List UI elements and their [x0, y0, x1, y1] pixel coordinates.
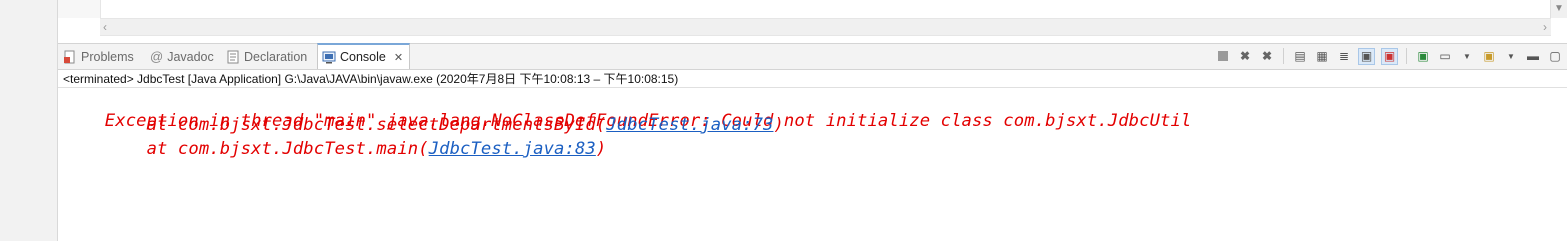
stack-frame-text: at com.bjsxt.JdbcTest.main(: [63, 139, 429, 159]
close-icon[interactable]: ✕: [394, 51, 403, 64]
source-link[interactable]: JdbcTest.java:73: [606, 115, 773, 135]
tab-problems[interactable]: Problems: [63, 44, 134, 69]
display-selected-console-icon[interactable]: ▭: [1437, 48, 1453, 64]
problems-icon: [64, 50, 75, 63]
tab-label: Javadoc: [167, 49, 214, 64]
editor-gutter: [58, 0, 101, 18]
stack-frame-close: ): [595, 139, 607, 159]
scroll-right-icon[interactable]: ›: [1543, 20, 1547, 34]
console-line: at com.bjsxt.JdbcTest.selectDepartmentsB…: [63, 115, 784, 135]
scroll-left-icon[interactable]: ‹: [103, 20, 107, 34]
source-link[interactable]: JdbcTest.java:83: [429, 139, 596, 159]
tab-label: Declaration: [244, 49, 308, 64]
toolbar-separator: [1406, 48, 1407, 64]
console-output[interactable]: Exception in thread "main" java.lang.NoC…: [58, 87, 1567, 242]
scroll-down-icon[interactable]: ▼: [1554, 3, 1564, 14]
tab-label: Problems: [81, 49, 134, 64]
remove-launch-icon[interactable]: ✖: [1237, 48, 1253, 64]
left-panel-strip: [0, 0, 58, 241]
tab-javadoc[interactable]: @ Javadoc: [150, 44, 214, 69]
editor-vertical-scrollbar[interactable]: ▼: [1550, 0, 1567, 18]
console-toolbar: ✖ ✖ ▤ ▦ ≣ ▣ ▣ ▣ ▭ ▼ ▣ ▼ ▬ ▢: [1215, 47, 1563, 65]
word-wrap-icon[interactable]: ≣: [1336, 48, 1352, 64]
toolbar-separator: [1283, 48, 1284, 64]
editor-horizontal-scrollbar[interactable]: ‹ ›: [100, 18, 1551, 36]
stack-frame-close: ): [773, 115, 784, 135]
scroll-lock-icon[interactable]: ▦: [1314, 48, 1330, 64]
stack-frame-text: at com.bjsxt.JdbcTest.selectDepartmentsB…: [63, 115, 607, 135]
open-console-icon[interactable]: ▣: [1481, 48, 1497, 64]
maximize-icon[interactable]: ▢: [1547, 48, 1563, 64]
clear-console-icon[interactable]: ▤: [1292, 48, 1308, 64]
tab-label: Console: [340, 50, 386, 64]
console-icon: [322, 51, 336, 64]
chevron-down-icon[interactable]: ▼: [1459, 48, 1475, 64]
tab-declaration[interactable]: Declaration: [226, 44, 307, 69]
show-console-on-error-icon[interactable]: ▣: [1381, 47, 1398, 65]
pin-console-icon[interactable]: ▣: [1415, 48, 1431, 64]
show-console-on-output-icon[interactable]: ▣: [1358, 47, 1375, 65]
chevron-down-icon[interactable]: ▼: [1503, 48, 1519, 64]
minimize-icon[interactable]: ▬: [1525, 48, 1541, 64]
declaration-icon: [227, 50, 239, 63]
tab-console[interactable]: Console ✕: [317, 43, 411, 69]
launch-status-text: <terminated> JdbcTest [Java Application]…: [63, 72, 679, 86]
javadoc-icon: @: [150, 49, 164, 64]
console-line: at com.bjsxt.JdbcTest.main(JdbcTest.java…: [63, 139, 607, 159]
remove-all-terminated-icon[interactable]: ✖: [1259, 48, 1275, 64]
terminate-icon[interactable]: [1215, 48, 1231, 64]
